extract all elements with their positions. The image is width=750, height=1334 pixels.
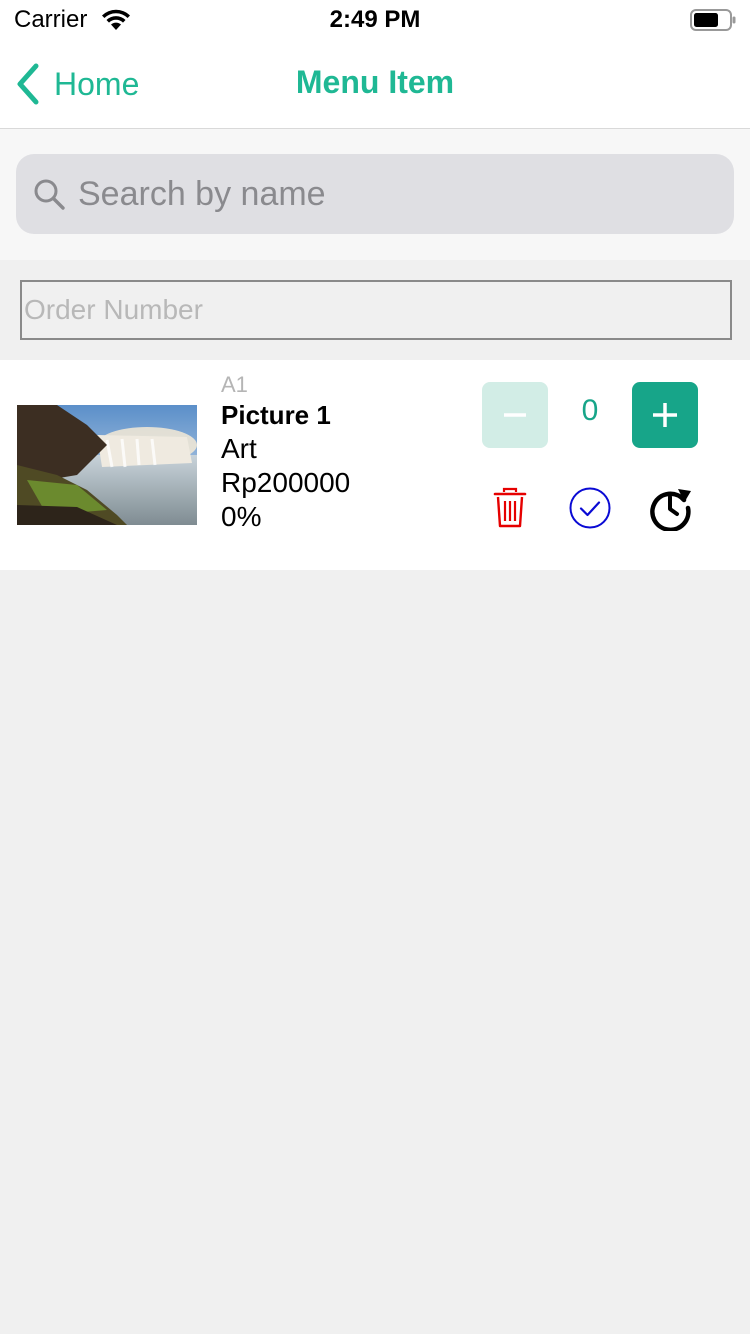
- page-title: Menu Item: [295, 64, 455, 100]
- trash-icon[interactable]: [487, 485, 533, 531]
- increase-quantity-button[interactable]: [632, 382, 698, 448]
- item-name: Picture 1: [221, 400, 331, 430]
- history-clock-icon[interactable]: [647, 485, 693, 531]
- check-circle-icon[interactable]: [567, 485, 613, 531]
- search-input[interactable]: [76, 173, 700, 215]
- status-bar: Carrier 2:49 PM: [0, 0, 750, 40]
- order-section: [0, 260, 750, 360]
- minus-icon: [504, 413, 526, 417]
- item-discount: 0%: [221, 501, 262, 532]
- item-category: Art: [221, 433, 257, 464]
- item-image: [17, 405, 197, 525]
- search-section: [0, 129, 750, 260]
- list-item: A1 Picture 1 Art Rp200000 0% 0: [0, 360, 750, 570]
- item-code: A1: [221, 372, 248, 397]
- search-icon: [34, 179, 65, 210]
- navigation-bar: Home Menu Item: [0, 40, 750, 129]
- status-time: 2:49 PM: [329, 6, 421, 33]
- quantity-value: 0: [581, 394, 599, 427]
- decrease-quantity-button[interactable]: [482, 382, 548, 448]
- plus-icon: [653, 403, 677, 427]
- order-number-field[interactable]: [20, 280, 732, 340]
- item-details: A1 Picture 1 Art Rp200000 0%: [221, 372, 350, 534]
- search-bar[interactable]: [16, 154, 734, 234]
- item-price: Rp200000: [221, 467, 351, 498]
- battery-icon: [690, 9, 736, 31]
